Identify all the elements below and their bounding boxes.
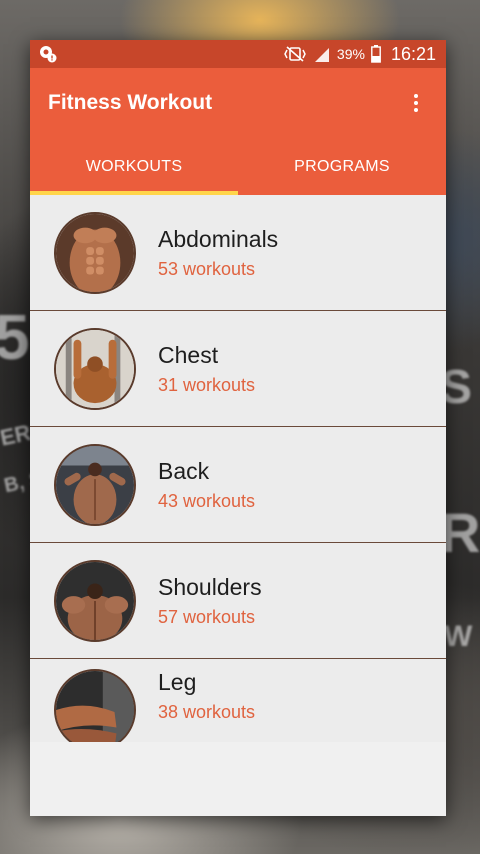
list-item-leg[interactable]: Leg 38 workouts: [30, 659, 446, 742]
vibrate-icon: [283, 45, 307, 63]
more-vert-icon[interactable]: [404, 88, 428, 118]
shoulders-thumbnail: [54, 559, 136, 642]
leg-thumbnail: [54, 669, 136, 742]
category-name: Chest: [158, 341, 219, 368]
category-count: 31 workouts: [158, 374, 256, 395]
list-item-shoulders[interactable]: Shoulders 57 workouts: [30, 543, 446, 659]
back-thumbnail: [54, 443, 136, 526]
app-bar: Fitness Workout: [30, 68, 446, 138]
list-item-chest[interactable]: Chest 31 workouts: [30, 311, 446, 427]
tab-programs[interactable]: PROGRAMS: [238, 138, 446, 195]
status-bar: 39% 16:21: [30, 40, 446, 68]
list-item-abdominals[interactable]: Abdominals 53 workouts: [30, 195, 446, 311]
signal-icon: [313, 46, 331, 62]
app-title: Fitness Workout: [48, 91, 213, 114]
list-item-back[interactable]: Back 43 workouts: [30, 427, 446, 543]
battery-percent: 39%: [336, 46, 365, 62]
notification-icon: [38, 44, 58, 64]
chest-thumbnail: [54, 327, 136, 410]
app-window: 39% 16:21 Fitness Workout WORKOUTS PROGR…: [30, 40, 446, 816]
category-name: Shoulders: [158, 573, 262, 600]
category-count: 57 workouts: [158, 606, 256, 627]
clock: 16:21: [390, 43, 436, 64]
category-name: Abdominals: [158, 225, 279, 252]
category-count: 38 workouts: [158, 702, 256, 722]
tab-workouts[interactable]: WORKOUTS: [30, 138, 238, 195]
workout-category-list: Abdominals 53 workouts Chest 31 workouts: [30, 195, 446, 742]
empty-footer-area: [30, 755, 446, 816]
category-count: 53 workouts: [158, 258, 256, 279]
battery-icon: [371, 45, 381, 63]
category-count: 43 workouts: [158, 490, 256, 511]
category-name: Back: [158, 457, 210, 484]
tab-bar: WORKOUTS PROGRAMS: [30, 138, 446, 195]
abdominals-thumbnail: [54, 211, 136, 294]
category-name: Leg: [158, 669, 197, 695]
